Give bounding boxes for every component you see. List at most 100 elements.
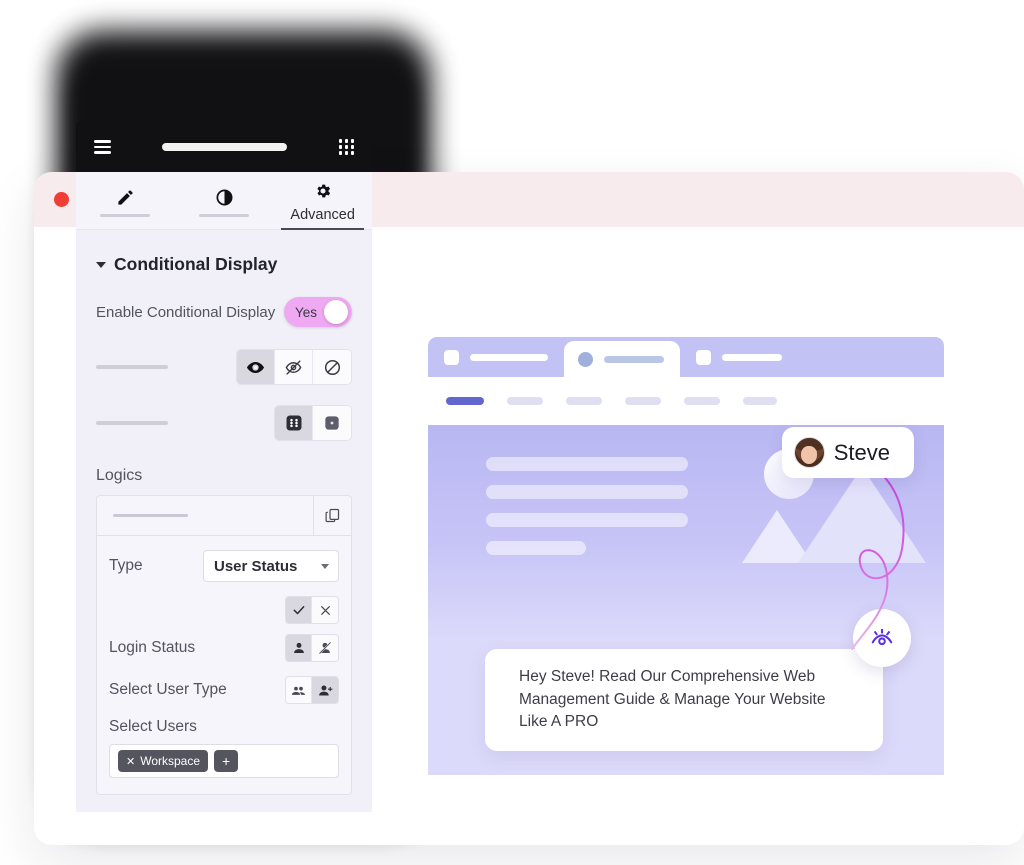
avatar-face bbox=[801, 445, 818, 464]
mode-single-button[interactable] bbox=[313, 406, 351, 440]
eye-icon bbox=[246, 361, 265, 373]
nav-pill-active[interactable] bbox=[446, 397, 484, 405]
nav-pill[interactable] bbox=[566, 397, 602, 405]
nav-pill[interactable] bbox=[625, 397, 661, 405]
user-icon bbox=[293, 642, 304, 653]
preview-tabstrip bbox=[428, 337, 944, 377]
logic-name-placeholder bbox=[113, 513, 188, 518]
visibility-disable-button[interactable] bbox=[313, 350, 351, 384]
single-dot-icon bbox=[325, 416, 339, 430]
hero-text-placeholders bbox=[486, 457, 688, 569]
nav-pill[interactable] bbox=[507, 397, 543, 405]
mode-row bbox=[76, 405, 372, 441]
traffic-light-close-icon[interactable] bbox=[54, 192, 69, 207]
add-user-button[interactable]: + bbox=[214, 750, 239, 772]
chevron-down-icon[interactable] bbox=[96, 261, 106, 268]
visibility-show-button[interactable] bbox=[237, 350, 275, 384]
select-user-type-label: Select User Type bbox=[109, 681, 227, 698]
tab-advanced-label: Advanced bbox=[290, 207, 355, 223]
logic-card: Type User Status Login Status Select Use… bbox=[96, 495, 352, 795]
logic-card-header bbox=[97, 496, 351, 536]
type-select-value: User Status bbox=[214, 557, 298, 575]
close-icon bbox=[320, 605, 330, 615]
type-row: Type User Status bbox=[109, 550, 339, 582]
copy-icon bbox=[325, 508, 340, 523]
mode-all-button[interactable] bbox=[275, 406, 313, 440]
select-users-label: Select Users bbox=[109, 718, 197, 735]
select-users-field[interactable]: ✕ Workspace + bbox=[109, 744, 339, 778]
confirm-segment-control bbox=[285, 596, 339, 624]
ban-icon bbox=[324, 359, 340, 375]
hero-line bbox=[486, 457, 688, 471]
hamburger-icon[interactable] bbox=[94, 140, 111, 154]
panel-url-placeholder bbox=[162, 143, 288, 151]
users-group-icon bbox=[291, 686, 306, 695]
tab-favicon-icon bbox=[696, 349, 711, 365]
reveal-fab-button[interactable] bbox=[853, 609, 911, 667]
tab-favicon-icon bbox=[444, 349, 459, 365]
toggle-knob bbox=[324, 300, 348, 324]
preview-tab-1[interactable] bbox=[428, 337, 564, 377]
visibility-row bbox=[76, 349, 372, 385]
mountain-big-icon bbox=[798, 467, 926, 563]
login-status-row: Login Status bbox=[109, 634, 339, 662]
select-user-type-row: Select User Type bbox=[109, 676, 339, 704]
user-chip-steve[interactable]: Steve bbox=[781, 427, 914, 478]
grid-apps-icon[interactable] bbox=[338, 139, 354, 155]
chip-label: Workspace bbox=[140, 754, 201, 768]
confirm-row bbox=[109, 596, 339, 624]
logics-label: Logics bbox=[96, 467, 143, 484]
mode-label-placeholder bbox=[96, 421, 168, 425]
enable-conditional-display-toggle[interactable]: Yes bbox=[284, 297, 352, 327]
promo-text: Hey Steve! Read Our Comprehensive Web Ma… bbox=[519, 667, 826, 731]
login-status-logged-out-button[interactable] bbox=[312, 635, 338, 661]
tab-title-placeholder bbox=[722, 353, 782, 361]
confirm-no-button[interactable] bbox=[312, 597, 338, 623]
user-plus-icon bbox=[318, 685, 332, 695]
toggle-value: Yes bbox=[295, 304, 318, 320]
type-select[interactable]: User Status bbox=[203, 550, 339, 582]
tab-style[interactable] bbox=[175, 172, 274, 229]
logic-card-body: Type User Status Login Status Select Use… bbox=[97, 536, 351, 794]
tab-favicon-icon bbox=[578, 351, 593, 367]
tab-title-placeholder bbox=[604, 355, 664, 363]
section-title: Conditional Display bbox=[114, 254, 278, 274]
panel-topbar bbox=[76, 122, 372, 172]
confirm-yes-button[interactable] bbox=[286, 597, 312, 623]
user-type-group-button[interactable] bbox=[286, 677, 312, 703]
user-type-specific-button[interactable] bbox=[312, 677, 338, 703]
eye-slash-icon bbox=[285, 359, 302, 375]
tab-advanced[interactable]: Advanced bbox=[273, 172, 372, 230]
panel-tabs: Advanced bbox=[76, 172, 372, 230]
nav-pill[interactable] bbox=[743, 397, 777, 405]
visibility-label-placeholder bbox=[96, 365, 168, 369]
type-label: Type bbox=[109, 557, 143, 574]
hero-line bbox=[486, 513, 688, 527]
user-chip-workspace[interactable]: ✕ Workspace bbox=[118, 750, 209, 772]
login-status-logged-in-button[interactable] bbox=[286, 635, 312, 661]
visibility-hide-button[interactable] bbox=[275, 350, 313, 384]
user-slash-icon bbox=[318, 641, 332, 655]
preview-tab-3[interactable] bbox=[680, 337, 798, 377]
login-status-segment-control bbox=[285, 634, 339, 662]
duplicate-logic-button[interactable] bbox=[313, 496, 351, 535]
tab-label-placeholder bbox=[100, 213, 151, 218]
chevron-down-icon bbox=[321, 563, 329, 569]
close-icon[interactable]: ✕ bbox=[126, 755, 135, 768]
pencil-icon bbox=[118, 190, 133, 205]
nav-pill[interactable] bbox=[684, 397, 720, 405]
tab-content[interactable] bbox=[76, 172, 175, 229]
gear-icon bbox=[317, 184, 330, 198]
app-preview: Hey Steve! Read Our Comprehensive Web Ma… bbox=[428, 337, 944, 775]
enable-conditional-display-label: Enable Conditional Display bbox=[96, 303, 276, 321]
avatar bbox=[793, 437, 825, 468]
eye-rays-icon bbox=[871, 628, 893, 646]
preview-tab-2[interactable] bbox=[564, 341, 680, 377]
conditional-display-section-header[interactable]: Conditional Display bbox=[76, 230, 372, 275]
visibility-segment-control bbox=[236, 349, 352, 385]
user-name: Steve bbox=[833, 439, 890, 465]
hero-line bbox=[486, 485, 688, 499]
promo-card: Hey Steve! Read Our Comprehensive Web Ma… bbox=[485, 649, 883, 751]
hero-line bbox=[486, 541, 586, 555]
editor-panel: Advanced Conditional Display Enable Cond… bbox=[76, 122, 372, 812]
